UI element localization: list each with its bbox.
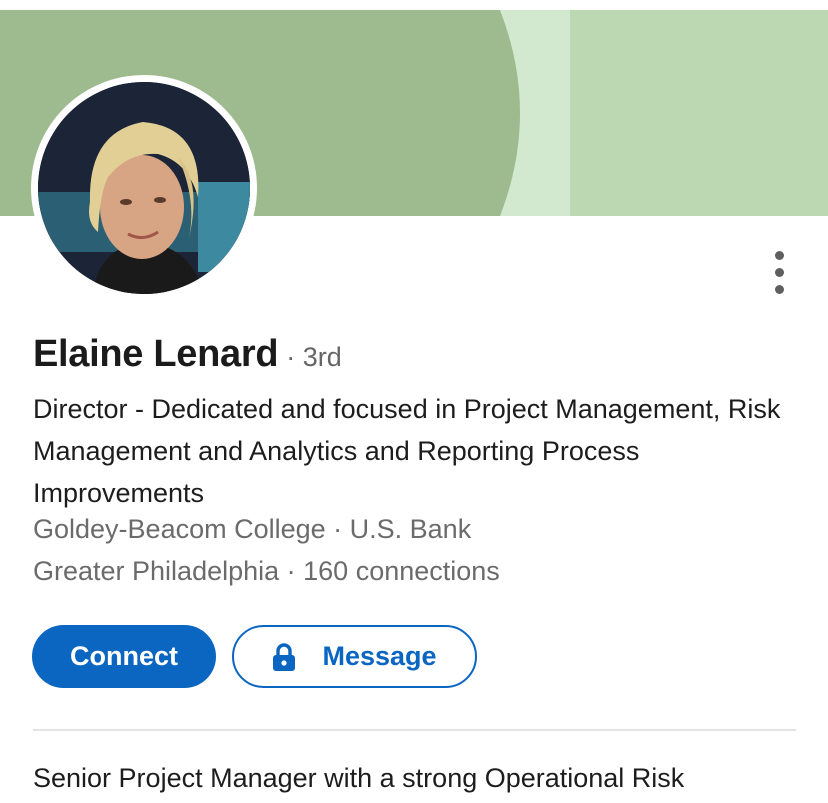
profile-headline: Director - Dedicated and focused in Proj… [33,394,781,508]
education-company: Goldey-Beacom College · U.S. Bank [33,514,472,544]
more-options-button[interactable] [758,244,802,296]
more-vertical-icon [775,251,784,260]
connection-degree: · 3rd [286,342,342,372]
profile-screen: Elaine Lenard · 3rd Director - Dedicated … [0,0,828,803]
connect-label: Connect [70,641,178,671]
top-edge [0,0,828,10]
message-label: Message [322,641,437,671]
profile-photo [38,82,250,294]
more-dot [775,285,784,294]
name-row: Elaine Lenard · 3rd [33,333,342,376]
location-connections: Greater Philadelphia · 160 connections [33,556,500,586]
profile-name: Elaine Lenard [33,333,279,375]
connect-button[interactable]: Connect [32,625,216,688]
about-preview: Senior Project Manager with a strong Ope… [33,763,685,793]
message-button[interactable]: Message [232,625,477,688]
more-dot [775,268,784,277]
section-divider [33,729,796,731]
lock-icon [273,642,296,671]
avatar[interactable] [31,75,257,301]
